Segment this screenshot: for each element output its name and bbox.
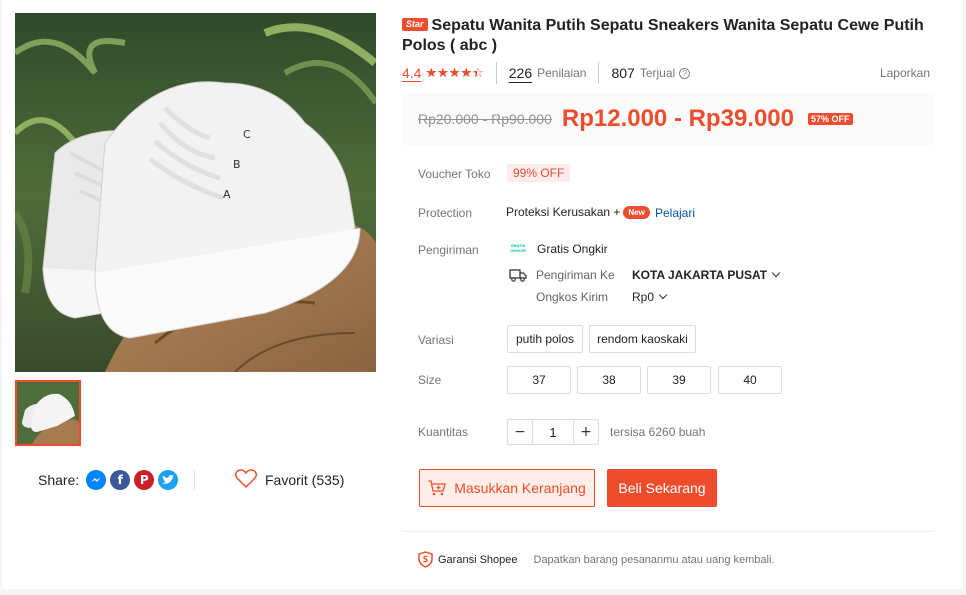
variation-label: Variasi	[418, 333, 454, 347]
protection-label: Protection	[418, 206, 473, 220]
cart-icon	[428, 480, 447, 496]
size-label: Size	[418, 373, 442, 387]
pinterest-icon[interactable]: P	[134, 470, 155, 490]
share-divider	[194, 470, 195, 490]
product-stats: 4.4 ☆★☆★☆★☆★☆★ 226 Penilaian 807 Terjual…	[402, 62, 930, 84]
voucher-badge[interactable]: 99% OFF	[507, 164, 571, 182]
product-detail-card: C B A Share: f P Favorit (535) Star Sepa…	[2, 0, 962, 589]
star-seller-badge: Star	[402, 18, 428, 31]
variation-option[interactable]: putih polos	[507, 325, 583, 353]
add-to-cart-label: Masukkan Keranjang	[454, 480, 586, 496]
product-title: Star Sepatu Wanita Putih Sepatu Sneakers …	[402, 16, 932, 56]
current-price: Rp12.000 - Rp39.000	[561, 105, 794, 132]
favorite-button[interactable]: Favorit (535)	[234, 469, 345, 491]
rating-value[interactable]: 4.4	[402, 65, 421, 81]
favorite-label: Favorit (535)	[265, 472, 345, 488]
ship-to-row[interactable]: Pengiriman Ke KOTA JAKARTA PUSAT	[536, 268, 781, 282]
buy-now-button[interactable]: Beli Sekarang	[607, 469, 717, 507]
guarantee-description: Dapatkan barang pesananmu atau uang kemb…	[533, 553, 775, 566]
stats-divider	[598, 62, 600, 84]
divider	[402, 531, 934, 532]
size-option[interactable]: 39	[647, 366, 711, 394]
quantity-stepper: − 1 +	[507, 419, 599, 445]
reviews-label: Penilaian	[537, 66, 587, 80]
heart-icon	[234, 469, 258, 491]
ship-to-value: KOTA JAKARTA PUSAT	[632, 268, 768, 282]
product-thumbnail[interactable]	[15, 380, 81, 446]
original-price: Rp20.000 - Rp90.000	[418, 111, 552, 127]
size-option[interactable]: 38	[577, 366, 641, 394]
star-icon: ☆★	[425, 65, 438, 81]
rating-stars: ☆★☆★☆★☆★☆★	[425, 66, 483, 81]
reviews-count[interactable]: 226	[509, 65, 532, 81]
quantity-increase-button[interactable]: +	[574, 420, 598, 444]
twitter-icon[interactable]	[158, 470, 179, 490]
share-bar: Share: f P	[38, 469, 179, 491]
chevron-down-icon	[771, 268, 781, 278]
size-option[interactable]: 40	[718, 366, 782, 394]
star-icon: ☆★	[448, 65, 461, 81]
protection-learn-link[interactable]: Pelajari	[655, 206, 695, 220]
variation-option[interactable]: rendom kaoskaki	[589, 325, 696, 353]
product-main-image[interactable]: C B A	[15, 13, 376, 372]
shipping-cost-value: Rp0	[632, 290, 655, 304]
protection-text: Proteksi Kerusakan +	[506, 205, 621, 219]
free-shipping-logo-icon: GRATIS ONGKIR	[510, 243, 526, 253]
add-to-cart-button[interactable]: Masukkan Keranjang	[419, 469, 595, 507]
share-label: Share:	[38, 472, 80, 488]
shipping-cost-row[interactable]: Ongkos Kirim Rp0	[536, 290, 668, 304]
shipping-label: Pengiriman	[418, 243, 479, 257]
star-icon: ☆★	[460, 65, 473, 81]
facebook-icon[interactable]: f	[110, 470, 131, 490]
svg-text:A: A	[223, 188, 231, 201]
sold-count: 807	[611, 65, 635, 81]
chevron-down-icon	[658, 290, 668, 300]
size-option[interactable]: 37	[507, 366, 571, 394]
guarantee-title: Garansi Shopee	[438, 553, 518, 566]
quantity-decrease-button[interactable]: −	[508, 420, 532, 444]
quantity-input[interactable]: 1	[532, 420, 574, 444]
star-icon: ☆★	[472, 65, 484, 81]
price-box: Rp20.000 - Rp90.000 Rp12.000 - Rp39.000 …	[402, 93, 934, 145]
stock-remaining: tersisa 6260 buah	[610, 425, 706, 439]
protection-value: Proteksi Kerusakan + New	[506, 205, 650, 219]
shipping-cost-label: Ongkos Kirim	[536, 290, 609, 304]
discount-badge: 57% OFF	[808, 113, 853, 125]
report-link[interactable]: Laporkan	[880, 66, 930, 80]
messenger-icon[interactable]	[86, 470, 107, 490]
svg-text:C: C	[243, 128, 251, 141]
svg-text:B: B	[233, 158, 241, 171]
ship-to-label: Pengiriman Ke	[536, 268, 615, 282]
free-shipping: GRATIS ONGKIR Gratis Ongkir	[508, 242, 608, 256]
quantity-label: Kuantitas	[418, 425, 469, 439]
star-icon: ☆★	[437, 65, 449, 81]
shopee-guarantee[interactable]: Garansi Shopee Dapatkan barang pesananmu…	[418, 551, 774, 568]
shield-icon	[418, 551, 433, 568]
truck-icon	[509, 268, 527, 285]
stats-divider	[495, 62, 497, 84]
sold-label: Terjual	[639, 66, 676, 80]
product-title-text: Sepatu Wanita Putih Sepatu Sneakers Wani…	[402, 17, 924, 54]
free-shipping-label: Gratis Ongkir	[537, 242, 608, 256]
help-icon[interactable]: ?	[679, 67, 691, 79]
voucher-label: Voucher Toko	[418, 167, 491, 181]
new-badge: New	[623, 205, 650, 219]
